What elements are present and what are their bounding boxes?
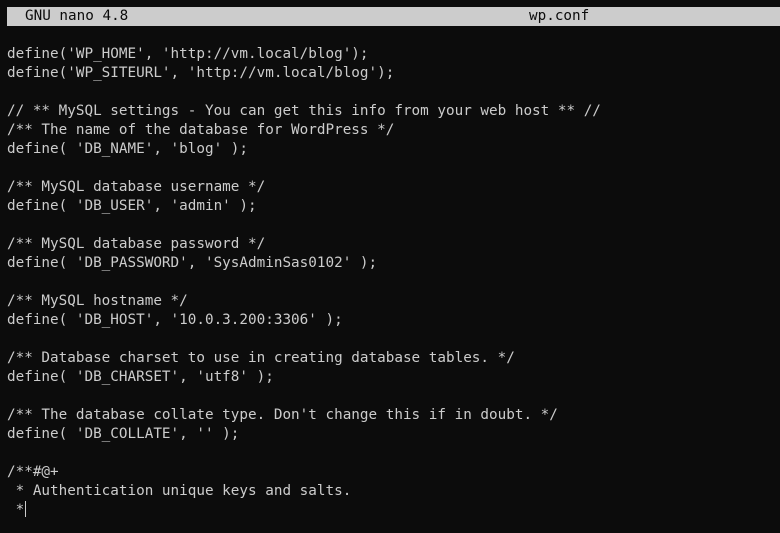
code-line[interactable]: define('WP_HOME', 'http://vm.local/blog'… [7,45,780,64]
code-line[interactable] [7,273,780,292]
code-line[interactable] [7,159,780,178]
code-line[interactable]: /** The name of the database for WordPre… [7,121,780,140]
code-line-text: * [7,502,25,518]
program-version: GNU nano 4.8 [25,8,129,24]
code-line[interactable]: define( 'DB_HOST', '10.0.3.200:3306' ); [7,311,780,330]
file-name: wp.conf [529,8,590,24]
code-line[interactable] [7,83,780,102]
text-editor-area[interactable]: define('WP_HOME', 'http://vm.local/blog'… [7,45,780,520]
code-line[interactable]: /** MySQL database username */ [7,178,780,197]
code-line[interactable]: define( 'DB_USER', 'admin' ); [7,197,780,216]
code-line[interactable]: define( 'DB_CHARSET', 'utf8' ); [7,368,780,387]
code-line[interactable]: /** MySQL database password */ [7,235,780,254]
code-line[interactable]: // ** MySQL settings - You can get this … [7,102,780,121]
code-line[interactable]: * Authentication unique keys and salts. [7,482,780,501]
code-line[interactable]: /**#@+ [7,463,780,482]
nano-title-bar: GNU nano 4.8 wp.conf [7,7,780,26]
code-line[interactable]: define( 'DB_PASSWORD', 'SysAdminSas0102'… [7,254,780,273]
text-cursor [25,501,27,517]
code-line-with-cursor[interactable]: * [7,501,780,520]
code-line[interactable]: /** MySQL hostname */ [7,292,780,311]
code-line[interactable]: define('WP_SITEURL', 'http://vm.local/bl… [7,64,780,83]
code-line[interactable]: define( 'DB_COLLATE', '' ); [7,425,780,444]
code-line[interactable] [7,216,780,235]
code-line[interactable]: /** Database charset to use in creating … [7,349,780,368]
code-line[interactable]: define( 'DB_NAME', 'blog' ); [7,140,780,159]
code-line[interactable] [7,330,780,349]
code-line[interactable] [7,387,780,406]
code-line[interactable] [7,444,780,463]
code-line[interactable]: /** The database collate type. Don't cha… [7,406,780,425]
